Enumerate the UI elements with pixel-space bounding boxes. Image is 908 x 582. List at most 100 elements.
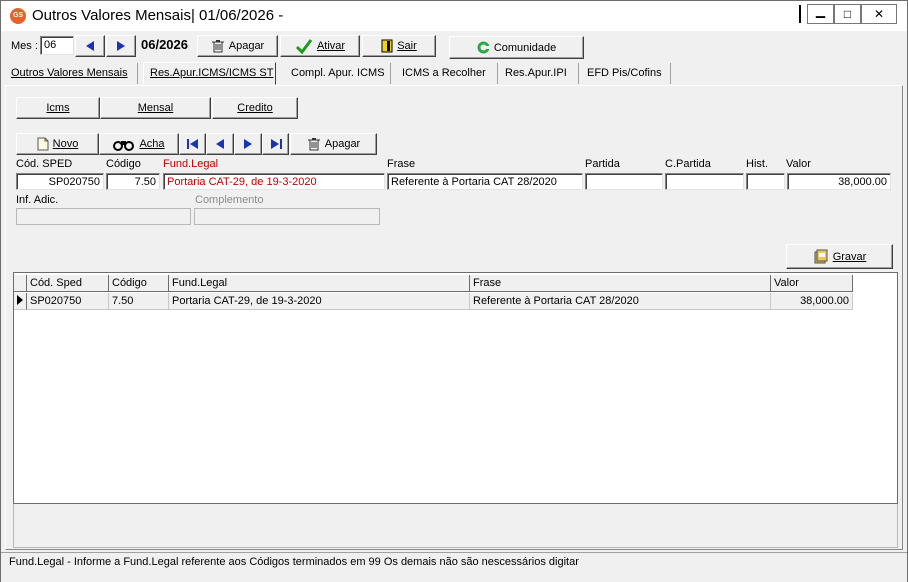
title-separator [799,5,801,23]
gravar-label: Gravar [832,250,867,263]
row-indicator[interactable] [14,293,27,310]
subtab-credito-label: Credito [237,102,273,114]
cod-sped-input[interactable]: SP020750 [16,173,104,190]
apagar-record-button[interactable]: Apagar [290,133,377,155]
ativar-button[interactable]: Ativar [280,35,360,57]
save-icon [814,249,828,263]
last-record-button[interactable] [262,133,289,155]
close-icon: ✕ [873,7,885,21]
c-partida-label: C.Partida [665,158,711,170]
grid-footer-area [13,504,898,548]
community-logo-icon [477,41,490,54]
subtab-mensal-label: Mensal [137,102,174,114]
period-label: 06/2026 [141,37,188,52]
minimize-icon: ▁ [815,4,826,18]
fund-legal-label: Fund.Legal [163,158,219,170]
novo-label: Novo [52,138,79,150]
tab-icms-a-recolher[interactable]: ICMS a Recolher [396,63,498,84]
tab-compl-apur-icms[interactable]: Compl. Apur. ICMS [285,63,391,84]
partida-input[interactable] [585,173,663,190]
subtab-icms-label: Icms [46,102,70,114]
window-bottom-edge [1,572,907,582]
grid-header-fund-legal[interactable]: Fund.Legal [169,275,470,292]
grid-header-valor[interactable]: Valor [771,275,853,292]
tab-efd-pis-cofins[interactable]: EFD Pis/Cofins [581,63,671,84]
tab-label: Res.Apur.IPI [505,67,567,79]
comunidade-label: Comunidade [493,41,557,54]
tab-outros-valores-mensais[interactable]: Outros Valores Mensais [5,63,138,84]
close-button[interactable]: ✕ [861,4,897,24]
acha-button[interactable]: Acha [99,133,179,155]
tab-label: Compl. Apur. ICMS [291,67,385,79]
grid-header-frase[interactable]: Frase [470,275,771,292]
cod-sped-label: Cód. SPED [16,158,73,170]
apagar-toolbar-label: Apagar [228,40,265,52]
trash-icon [307,138,320,151]
window-title: Outros Valores Mensais| 01/06/2026 - [32,7,284,24]
hist-label: Hist. [746,158,768,170]
app-logo-icon: GS [10,8,26,24]
frase-input[interactable]: Referente à Portaria CAT 28/2020 [387,173,583,190]
apagar-record-label: Apagar [324,138,361,150]
partida-label: Partida [585,158,620,170]
next-icon [244,139,252,149]
complemento-label: Complemento [195,194,264,206]
codigo-label: Código [106,158,141,170]
grid-indicator-header [14,275,27,292]
fund-legal-input[interactable]: Portaria CAT-29, de 19-3-2020 [163,173,385,190]
table-cell-frase[interactable]: Referente à Portaria CAT 28/2020 [470,293,771,310]
title-bar: GS Outros Valores Mensais| 01/06/2026 - … [1,1,907,31]
sair-label: Sair [397,40,417,52]
tab-label: EFD Pis/Cofins [587,67,662,79]
maximize-button[interactable]: □ [834,4,861,24]
first-icon [186,139,198,149]
tab-res-apur-ipi[interactable]: Res.Apur.IPI [499,63,579,84]
tab-label: Res.Apur.ICMS/ICMS ST [150,67,274,79]
tab-label: Outros Valores Mensais [11,67,128,79]
novo-button[interactable]: Novo [16,133,99,155]
arrow-left-icon [86,41,94,51]
codigo-input[interactable]: 7.50 [106,173,160,190]
current-row-arrow-icon [17,295,23,305]
prev-month-button[interactable] [75,35,105,57]
records-grid: Cód. Sped Código Fund.Legal Frase Valor … [13,272,898,504]
next-record-button[interactable] [234,133,262,155]
checkmark-icon [295,39,313,54]
next-month-button[interactable] [106,35,136,57]
new-document-icon [37,137,49,151]
frase-label: Frase [387,158,416,170]
inf-adic-label: Inf. Adic. [16,194,59,206]
valor-label: Valor [786,158,811,170]
trash-icon [211,40,224,53]
status-bar: Fund.Legal - Informe a Fund.Legal refere… [1,552,907,572]
first-record-button[interactable] [179,133,206,155]
apagar-toolbar-button[interactable]: Apagar [197,35,278,57]
gravar-button[interactable]: Gravar [786,244,893,269]
mes-input[interactable]: 06 [40,36,74,55]
table-cell-cod-sped[interactable]: SP020750 [27,293,109,310]
table-cell-codigo[interactable]: 7.50 [109,293,169,310]
main-window: GS Outros Valores Mensais| 01/06/2026 - … [0,0,908,582]
prev-record-button[interactable] [206,133,234,155]
mes-label: Mes : [11,40,38,52]
valor-input[interactable]: 38,000.00 [787,173,891,190]
inf-adic-input[interactable] [16,208,191,225]
binoculars-icon [113,141,135,151]
minimize-button[interactable]: ▁ [807,4,834,24]
complemento-input[interactable] [194,208,380,225]
exit-door-icon [381,39,393,53]
subtab-credito-button[interactable]: Credito [212,97,298,119]
comunidade-button[interactable]: Comunidade [449,36,584,59]
last-icon [270,139,282,149]
grid-header-cod-sped[interactable]: Cód. Sped [27,275,109,292]
c-partida-input[interactable] [665,173,744,190]
subtab-mensal-button[interactable]: Mensal [100,97,211,119]
tab-res-apur-icms[interactable]: Res.Apur.ICMS/ICMS ST [143,62,276,85]
hist-input[interactable] [746,173,785,190]
ativar-label: Ativar [316,40,346,52]
subtab-icms-button[interactable]: Icms [16,97,100,119]
table-cell-fund-legal[interactable]: Portaria CAT-29, de 19-3-2020 [169,293,470,310]
table-cell-valor[interactable]: 38,000.00 [771,293,853,310]
grid-header-codigo[interactable]: Código [109,275,169,292]
sair-button[interactable]: Sair [362,35,436,57]
